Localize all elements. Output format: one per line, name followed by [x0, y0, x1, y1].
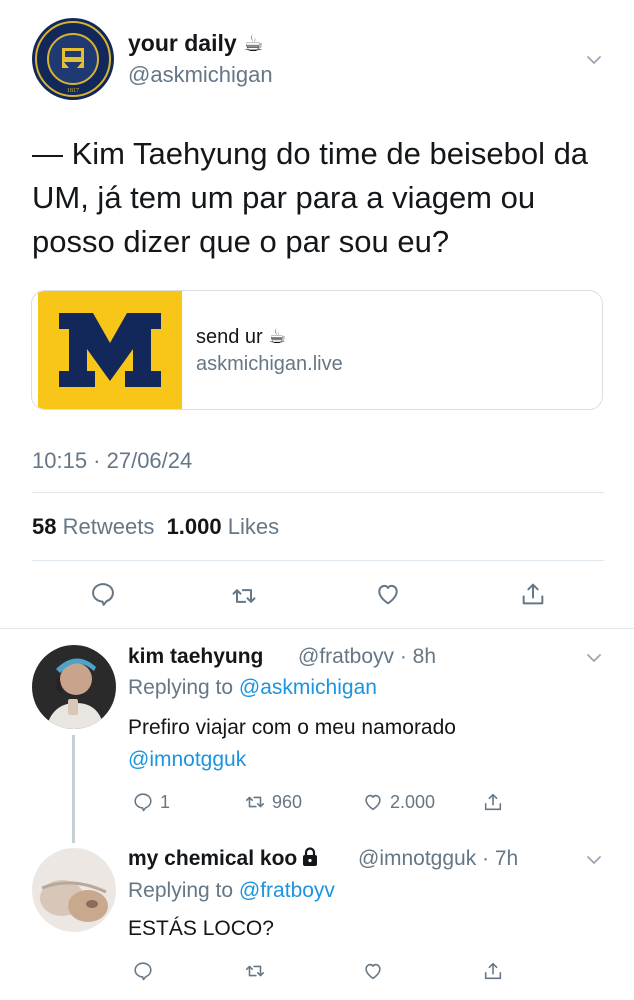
- thread-line: [72, 735, 75, 843]
- like-icon[interactable]: [372, 578, 404, 610]
- likes-label[interactable]: Likes: [228, 514, 279, 539]
- replying-prefix: Replying to: [128, 676, 234, 699]
- chevron-down-icon[interactable]: [586, 52, 602, 68]
- like-icon: [365, 963, 381, 980]
- like-button[interactable]: [362, 958, 390, 984]
- reply-display-name[interactable]: my chemical koo: [128, 847, 319, 871]
- retweet-button[interactable]: [244, 958, 272, 984]
- reply-handle-time[interactable]: @imnotgguk · 7h: [358, 847, 518, 871]
- avatar[interactable]: [32, 645, 116, 729]
- reply-display-name[interactable]: kim taehyung: [128, 645, 263, 669]
- replying-to: Replying to @askmichigan: [128, 676, 377, 700]
- like-icon: [365, 794, 381, 811]
- like-button[interactable]: 2.000: [362, 789, 435, 815]
- retweet-button[interactable]: 960: [244, 789, 302, 815]
- reply-display-name-text: my chemical koo: [128, 847, 298, 870]
- share-icon: [484, 793, 502, 811]
- share-button[interactable]: [482, 958, 510, 984]
- share-button[interactable]: [482, 789, 510, 815]
- display-name[interactable]: your daily ☕: [128, 30, 264, 57]
- reply-icon: [134, 962, 152, 981]
- avatar[interactable]: [32, 848, 116, 932]
- reply-icon[interactable]: [87, 578, 119, 610]
- lock-icon: [303, 847, 318, 866]
- reply-button[interactable]: [132, 958, 160, 984]
- mention-link[interactable]: @imnotgguk: [128, 744, 456, 776]
- card-title: send ur ☕: [196, 326, 287, 348]
- reply-text-line: Prefiro viajar com o meu namorado: [128, 716, 456, 739]
- reply-count: 1: [160, 791, 171, 812]
- card-url: askmichigan.live: [196, 353, 343, 375]
- reply-text: Prefiro viajar com o meu namorado @imnot…: [128, 712, 456, 776]
- likes-count[interactable]: 1.000: [167, 514, 222, 539]
- card-image: [38, 291, 182, 409]
- chevron-down-icon[interactable]: [586, 650, 602, 666]
- retweet-icon: [245, 796, 265, 808]
- reply-handle-time[interactable]: @fratboyv · 8h: [298, 645, 436, 669]
- reply-icon: [134, 793, 152, 812]
- divider: [32, 560, 604, 561]
- engagement-stats: 58 Retweets 1.000 Likes: [32, 514, 279, 540]
- divider: [32, 492, 604, 493]
- like-count: 2.000: [390, 791, 436, 812]
- tweet-text: — Kim Taehyung do time de beisebol da UM…: [32, 136, 589, 259]
- main-tweet: 1817 your daily ☕ @askmichigan — Kim Tae…: [0, 0, 634, 628]
- avatar[interactable]: 1817: [32, 18, 114, 100]
- retweet-count: 960: [272, 791, 303, 812]
- block-m-logo-icon: [59, 313, 161, 387]
- reply-text: ESTÁS LOCO?: [128, 913, 274, 945]
- timestamp[interactable]: 10:15 · 27/06/24: [32, 448, 192, 474]
- retweets-label[interactable]: Retweets: [63, 514, 155, 539]
- retweet-icon[interactable]: [228, 580, 260, 612]
- mention-link[interactable]: @fratboyv: [239, 879, 335, 902]
- retweets-count[interactable]: 58: [32, 514, 56, 539]
- mention-link[interactable]: @askmichigan: [239, 676, 377, 699]
- reply-text-line: ESTÁS LOCO?: [128, 917, 274, 940]
- divider: [0, 628, 634, 629]
- retweet-icon: [245, 965, 265, 977]
- share-icon: [484, 962, 502, 980]
- handle[interactable]: @askmichigan: [128, 62, 273, 88]
- replying-prefix: Replying to: [128, 879, 234, 902]
- link-card[interactable]: send ur ☕ askmichigan.live: [31, 290, 603, 410]
- reply-button[interactable]: 1: [132, 789, 170, 815]
- university-seal-icon: 1817: [33, 19, 113, 99]
- replying-to: Replying to @fratboyv: [128, 879, 335, 903]
- chevron-down-icon[interactable]: [586, 852, 602, 868]
- svg-text:1817: 1817: [67, 88, 79, 94]
- share-icon[interactable]: [517, 578, 549, 610]
